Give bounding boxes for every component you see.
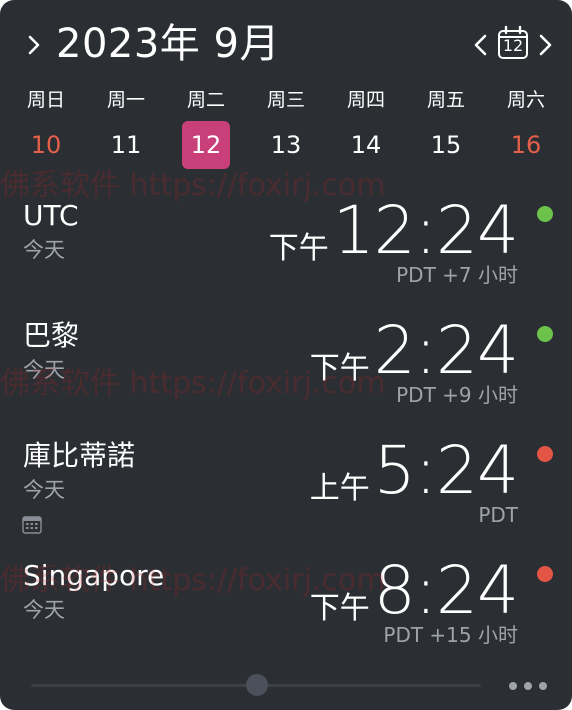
date-cell-selected[interactable]: 12 <box>176 121 236 169</box>
weekday-header-row: 周日 周一 周二 周三 周四 周五 周六 <box>0 86 572 114</box>
date-cell[interactable]: 14 <box>336 121 396 169</box>
today-button[interactable]: 12 <box>496 25 530 61</box>
date-cell[interactable]: 16 <box>496 121 556 169</box>
relative-day: 今天 <box>23 598 65 622</box>
weekday-label: 周五 <box>426 89 465 111</box>
city-name: UTC <box>23 199 79 232</box>
clock-row-utc[interactable]: UTC 今天 下午12:24 PDT +7 小时 <box>0 198 572 318</box>
world-clock-panel: 2023年 9月 12 周日 周一 周二 周三 周四 周五 周六 10 11 1… <box>0 0 572 710</box>
status-dot <box>537 566 553 582</box>
status-dot <box>537 206 553 222</box>
time-display: 上午5:24 <box>309 432 519 509</box>
city-name: Singapore <box>23 559 165 592</box>
city-name: 庫比蒂諾 <box>23 439 136 472</box>
date-cell[interactable]: 15 <box>416 121 476 169</box>
am-pm-label: 下午 <box>309 351 370 386</box>
weekday-label: 周三 <box>266 89 305 111</box>
timezone-offset: PDT +9 小时 <box>396 383 518 407</box>
clock-row-cupertino[interactable]: 庫比蒂諾 今天 上午5:24 PDT <box>0 438 572 558</box>
clock-time: 12:24 <box>332 192 519 269</box>
expand-button[interactable] <box>24 30 44 60</box>
clock-row-singapore[interactable]: Singapore 今天 下午8:24 PDT +15 小时 <box>0 558 572 678</box>
date-row: 10 11 12 13 14 15 16 <box>0 121 572 169</box>
time-display: 下午12:24 <box>268 192 519 269</box>
clock-row-paris[interactable]: 巴黎 今天 下午2:24 PDT +9 小时 <box>0 318 572 438</box>
date-number: 11 <box>110 131 142 159</box>
clock-time: 2:24 <box>373 312 519 389</box>
date-number: 16 <box>510 131 542 159</box>
ellipsis-icon <box>509 682 517 690</box>
date-number: 14 <box>350 131 382 159</box>
date-number: 10 <box>30 131 62 159</box>
clock-time: 8:24 <box>373 552 519 629</box>
header: 2023年 9月 12 <box>0 0 572 80</box>
clock-time: 5:24 <box>373 432 519 509</box>
weekday-label: 周六 <box>506 89 545 111</box>
relative-day: 今天 <box>23 478 65 502</box>
city-name: 巴黎 <box>23 319 80 352</box>
date-cell[interactable]: 10 <box>16 121 76 169</box>
chevron-left-icon <box>474 34 487 56</box>
time-display: 下午8:24 <box>309 552 519 629</box>
more-options-button[interactable] <box>509 678 547 694</box>
calendar-grid-icon <box>22 516 42 534</box>
am-pm-label: 上午 <box>309 471 370 506</box>
ellipsis-icon <box>524 682 532 690</box>
status-dot <box>537 326 553 342</box>
chevron-right-icon <box>539 34 552 56</box>
date-number: 13 <box>270 131 302 159</box>
date-cell[interactable]: 13 <box>256 121 316 169</box>
today-icon-number: 12 <box>502 36 524 55</box>
timezone-offset: PDT +15 小时 <box>383 623 518 647</box>
time-display: 下午2:24 <box>309 312 519 389</box>
weekday-label: 周四 <box>346 89 385 111</box>
relative-day: 今天 <box>23 358 65 382</box>
weekday-label: 周一 <box>106 89 145 111</box>
ellipsis-icon <box>539 682 547 690</box>
weekday-label: 周二 <box>186 89 225 111</box>
chevron-right-icon <box>28 35 40 55</box>
time-slider-thumb[interactable] <box>246 674 268 696</box>
previous-week-button[interactable] <box>471 30 491 60</box>
weekday-label: 周日 <box>26 89 65 111</box>
relative-day: 今天 <box>23 238 65 262</box>
am-pm-label: 下午 <box>309 591 370 626</box>
status-dot <box>537 446 553 462</box>
timezone-offset: PDT +7 小时 <box>396 263 518 287</box>
month-title: 2023年 9月 <box>56 21 280 67</box>
am-pm-label: 下午 <box>268 231 329 266</box>
date-number: 15 <box>430 131 462 159</box>
next-week-button[interactable] <box>535 30 555 60</box>
date-cell[interactable]: 11 <box>96 121 156 169</box>
date-number: 12 <box>190 131 222 159</box>
timezone-offset: PDT <box>478 503 518 527</box>
